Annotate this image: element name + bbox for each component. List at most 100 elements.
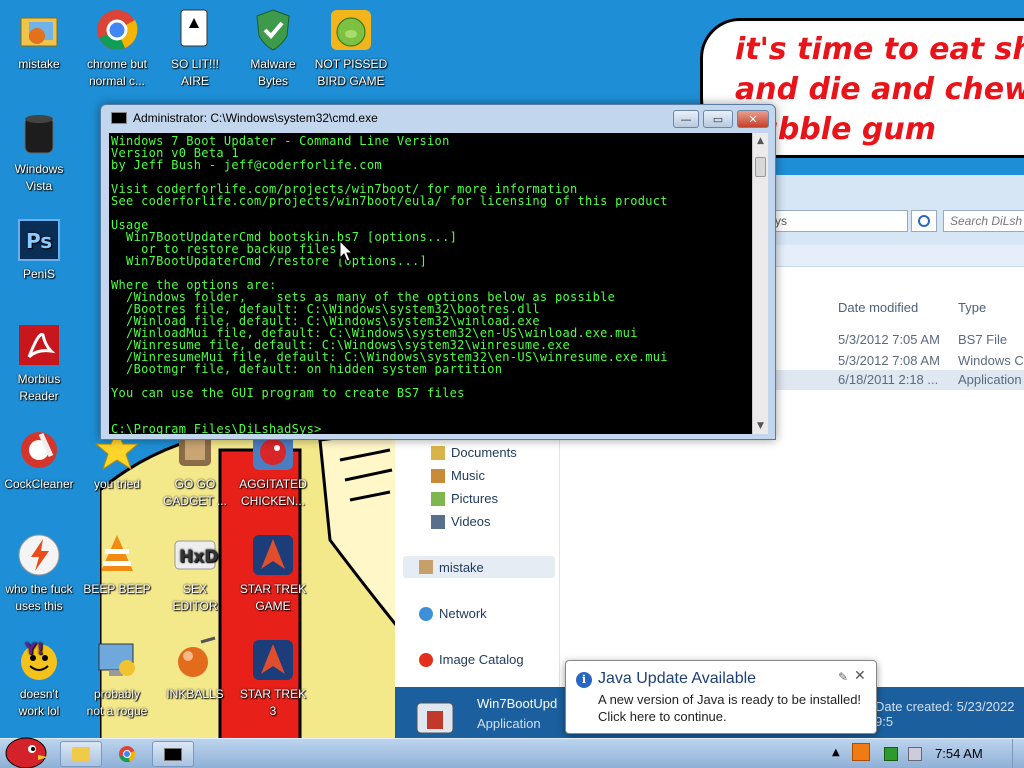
- cmd-icon: [164, 747, 182, 761]
- nav-item-music[interactable]: Music: [431, 468, 485, 483]
- taskbar-explorer-button[interactable]: [60, 741, 102, 767]
- console-text: Windows 7 Boot Updater - Command Line Ve…: [111, 134, 668, 434]
- desktop-icon-inkballs[interactable]: INKBALLS: [156, 636, 234, 703]
- desktop-icon-label: GO GO GADGET ...: [163, 477, 227, 508]
- shield-icon: [249, 6, 297, 54]
- desktop-icon-malwarebytes[interactable]: Malware Bytes: [234, 6, 312, 90]
- minimize-button[interactable]: —: [673, 110, 699, 128]
- java-tray-icon[interactable]: [852, 743, 870, 761]
- desktop-icon-label: NOT PISSED BIRD GAME: [314, 57, 388, 88]
- trash-icon: [15, 111, 63, 159]
- column-type[interactable]: Type: [958, 300, 986, 315]
- desktop-icon-solitaire[interactable]: SO LIT!!! AIRE: [156, 6, 234, 90]
- desktop-icon-windows-vista[interactable]: Windows Vista: [0, 111, 78, 195]
- file-row[interactable]: 5/3/2012 7:08 AM Windows C: [775, 351, 1024, 371]
- desktop-icon-mistake[interactable]: mistake: [0, 6, 78, 73]
- inkball-icon: [171, 636, 219, 684]
- application-icon: [416, 702, 454, 734]
- desktop-icon-label: STAR TREK 3: [239, 687, 307, 718]
- desktop-icon-star-trek-game[interactable]: STAR TREK GAME: [234, 531, 312, 615]
- network-tray-icon[interactable]: [884, 747, 898, 761]
- file-row[interactable]: 6/18/2011 2:18 ... Application: [775, 370, 1024, 390]
- nav-item-documents[interactable]: Documents: [431, 445, 517, 460]
- desktop-icon-label: you tried: [93, 477, 141, 491]
- scroll-down-arrow-icon[interactable]: ▼: [753, 418, 768, 434]
- console-output-area[interactable]: Windows 7 Boot Updater - Command Line Ve…: [109, 133, 752, 434]
- desktop-icon-label: mistake: [18, 57, 60, 71]
- ccleaner-icon: [15, 426, 63, 474]
- show-hidden-icons[interactable]: ▲: [832, 747, 846, 761]
- close-button[interactable]: ✕: [737, 110, 769, 128]
- desktop-icon-label: probably not a rogue: [86, 687, 148, 718]
- cmd-icon: [111, 112, 127, 124]
- desktop-icon-label: AGGITATED CHICKEN...: [239, 477, 307, 508]
- java-update-notification[interactable]: i Java Update Available A new version of…: [565, 660, 877, 734]
- photoshop-icon: Ps: [15, 216, 63, 264]
- desktop-icon-hxd[interactable]: HxD SEX EDITOR: [156, 531, 234, 615]
- cmd-window[interactable]: Administrator: C:\Windows\system32\cmd.e…: [100, 104, 776, 440]
- desktop-icon-yahoo[interactable]: Y! doesn't work lol: [0, 636, 78, 720]
- address-bar[interactable]: ys: [768, 210, 908, 232]
- chrome-icon: [93, 6, 141, 54]
- vertical-scrollbar[interactable]: ▲ ▼: [752, 133, 768, 434]
- hxd-icon: HxD: [171, 531, 219, 579]
- nav-item-mistake[interactable]: mistake: [403, 556, 555, 578]
- notification-title: Java Update Available: [598, 670, 757, 687]
- desktop-icon-star-trek-3[interactable]: STAR TREK 3: [234, 636, 312, 720]
- scroll-up-arrow-icon[interactable]: ▲: [753, 133, 768, 149]
- nav-item-videos[interactable]: Videos: [431, 514, 491, 529]
- details-kind: Application: [477, 716, 541, 731]
- desktop-icon-chrome[interactable]: chrome but normal c...: [78, 6, 156, 90]
- desktop-icon-label: doesn't work lol: [18, 687, 60, 718]
- notification-message: A new version of Java is ready to be ins…: [598, 692, 862, 707]
- desktop-icon-flash[interactable]: who the fuck uses this: [0, 531, 78, 615]
- taskbar: ▲ 7:54 AM: [0, 737, 1024, 768]
- folder-image-icon: [15, 6, 63, 54]
- explorer-icon: [72, 747, 90, 761]
- desktop-icon-label: who the fuck uses this: [5, 582, 73, 613]
- desktop-icon-pig-game[interactable]: NOT PISSED BIRD GAME: [312, 6, 390, 90]
- desktop-icon-label: PeniS: [22, 267, 56, 281]
- refresh-button[interactable]: [911, 210, 937, 232]
- desktop-icon-vlc[interactable]: BEEP BEEP: [78, 531, 156, 598]
- nav-item-image-catalog[interactable]: Image Catalog: [419, 652, 524, 667]
- network-icon: [419, 606, 433, 621]
- column-date-modified[interactable]: Date modified: [838, 300, 918, 315]
- desktop-icon-morbius-reader[interactable]: Morbius Reader: [0, 321, 78, 405]
- pig-icon: [327, 6, 375, 54]
- desktop-icon-rogue[interactable]: probably not a rogue: [78, 636, 156, 720]
- taskbar-chrome-button[interactable]: [106, 741, 148, 767]
- details-created: Date created: 5/23/2022 9:5: [875, 699, 1015, 729]
- close-notification-button[interactable]: ✕: [854, 668, 866, 684]
- desktop-icon-label: STAR TREK GAME: [239, 582, 307, 613]
- flash-icon: [15, 531, 63, 579]
- computer-icon: [93, 636, 141, 684]
- videos-icon: [431, 514, 445, 529]
- refresh-icon: [918, 215, 930, 227]
- search-input[interactable]: Search DiLsh: [943, 210, 1024, 232]
- folder-icon: [419, 560, 433, 574]
- desktop-icon-ccleaner[interactable]: CockCleaner: [0, 426, 78, 493]
- notification-link[interactable]: Click here to continue.: [598, 709, 727, 724]
- yahoo-icon: Y!: [15, 636, 63, 684]
- desktop-icon-photoshop[interactable]: Ps PeniS: [0, 216, 78, 283]
- music-icon: [431, 468, 445, 483]
- volume-icon[interactable]: [908, 747, 922, 761]
- nav-item-network[interactable]: Network: [419, 606, 487, 621]
- speech-bubble-text: it's time to eat shit and die and chew b…: [735, 32, 1024, 147]
- file-row[interactable]: 5/3/2012 7:05 AM BS7 File: [775, 330, 1024, 350]
- taskbar-cmd-button[interactable]: [152, 741, 194, 767]
- startrek-icon: [249, 531, 297, 579]
- vlc-icon: [93, 531, 141, 579]
- nav-item-pictures[interactable]: Pictures: [431, 491, 498, 506]
- svg-text:Ps: Ps: [26, 229, 52, 253]
- cmd-title-bar: Administrator: C:\Windows\system32\cmd.e…: [111, 111, 378, 125]
- start-button[interactable]: [2, 733, 50, 768]
- scroll-thumb[interactable]: [755, 157, 766, 177]
- pin-icon[interactable]: ✎: [838, 670, 848, 684]
- show-desktop-button[interactable]: [1012, 739, 1024, 768]
- mouse-cursor-icon: [339, 240, 353, 262]
- details-name: Win7BootUpd: [477, 696, 558, 711]
- clock[interactable]: 7:54 AM: [935, 746, 983, 761]
- maximize-button[interactable]: ▭: [703, 110, 733, 128]
